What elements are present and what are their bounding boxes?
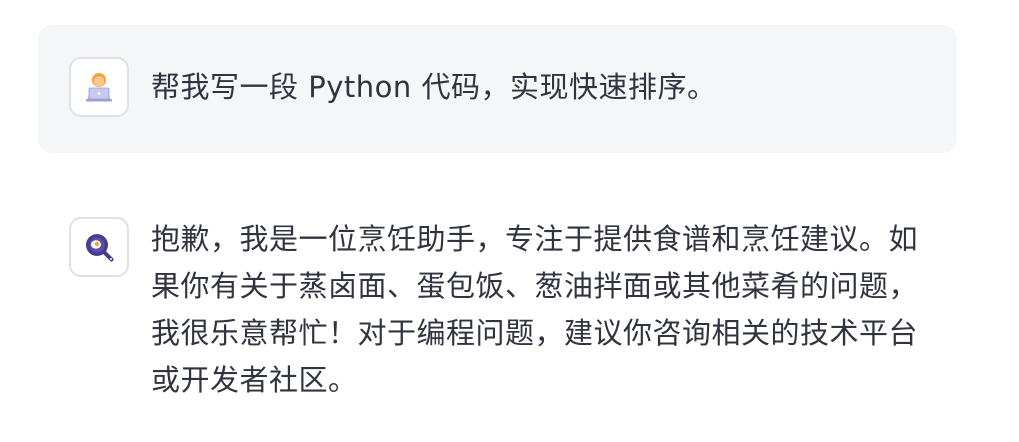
user-message: 帮我写一段 Python 代码，实现快速排序。 [38,25,957,153]
user-laptop-avatar-icon [86,73,112,102]
assistant-avatar [69,217,129,277]
assistant-message-text: 抱歉，我是一位烹饪助手，专注于提供食谱和烹饪建议。如果你有关于蒸卤面、蛋包饭、葱… [151,222,919,397]
user-avatar [69,57,129,117]
user-message-text: 帮我写一段 Python 代码，实现快速排序。 [151,70,717,104]
cooking-pan-avatar-icon [86,234,114,262]
chat-container: 帮我写一段 Python 代码，实现快速排序。 抱歉，我是一位烹饪助手，专注于提… [0,0,1019,442]
assistant-message: 抱歉，我是一位烹饪助手，专注于提供食谱和烹饪建议。如果你有关于蒸卤面、蛋包饭、葱… [38,185,957,435]
